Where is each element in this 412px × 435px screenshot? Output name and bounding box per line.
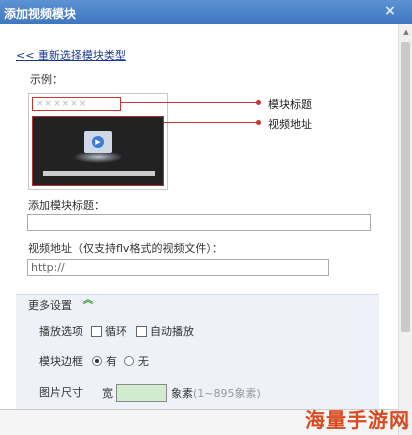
video-url-input[interactable] (27, 259, 329, 276)
callout-label-title: 模块标题 (268, 98, 312, 111)
module-title-label: 添加模块标题： (28, 199, 105, 212)
close-icon[interactable]: × (380, 1, 400, 21)
preview-module-title: ×××××× (32, 97, 121, 111)
callout-dot-title (256, 100, 261, 105)
dialog-titlebar: 添加视频模块 × (0, 0, 412, 24)
module-title-input[interactable] (27, 214, 371, 231)
size-unit-text: 象素 (171, 387, 193, 400)
chevron-up-icon[interactable]: ︽ (83, 296, 93, 306)
callout-dot-video (256, 120, 261, 125)
width-label: 宽 (102, 387, 113, 400)
playback-options-label: 播放选项 (39, 325, 83, 338)
dialog-title: 添加视频模块 (4, 7, 77, 21)
site-watermark: 海量手游网 (305, 408, 410, 432)
image-size-label: 图片尺寸 (39, 386, 83, 399)
loop-checkbox[interactable] (91, 326, 102, 337)
border-no-label: 无 (138, 355, 149, 368)
video-progress-bar (43, 171, 155, 176)
callout-line-title (121, 102, 258, 103)
autoplay-checkbox[interactable] (136, 326, 147, 337)
callout-line-video (164, 122, 258, 123)
vertical-scrollbar[interactable]: ▲ ▼ (398, 24, 412, 435)
image-width-input[interactable] (116, 384, 167, 402)
play-icon: ▶ (92, 136, 104, 148)
autoplay-label: 自动播放 (150, 325, 194, 338)
scrollbar-thumb[interactable] (401, 42, 410, 332)
scroll-up-icon[interactable]: ▲ (400, 26, 412, 38)
back-to-module-types-link[interactable]: << 重新选择模块类型 (16, 47, 126, 63)
more-settings-title[interactable]: 更多设置 (28, 297, 72, 313)
example-preview: ×××××× ▶ (28, 93, 168, 190)
border-yes-radio[interactable] (92, 356, 102, 366)
loop-label: 循环 (105, 325, 127, 338)
border-yes-label: 有 (106, 355, 117, 368)
film-icon: ▶ (84, 131, 112, 153)
preview-video-player: ▶ (32, 116, 164, 186)
border-no-radio[interactable] (124, 356, 134, 366)
video-url-label: 视频地址（仅支持flv格式的视频文件）： (28, 242, 223, 255)
example-label: 示例： (30, 73, 63, 86)
module-border-label: 模块边框 (39, 355, 83, 368)
size-unit: 象素(1~895象素) (171, 385, 261, 401)
callout-label-video: 视频地址 (268, 118, 312, 131)
size-range-hint: (1~895象素) (193, 387, 261, 400)
